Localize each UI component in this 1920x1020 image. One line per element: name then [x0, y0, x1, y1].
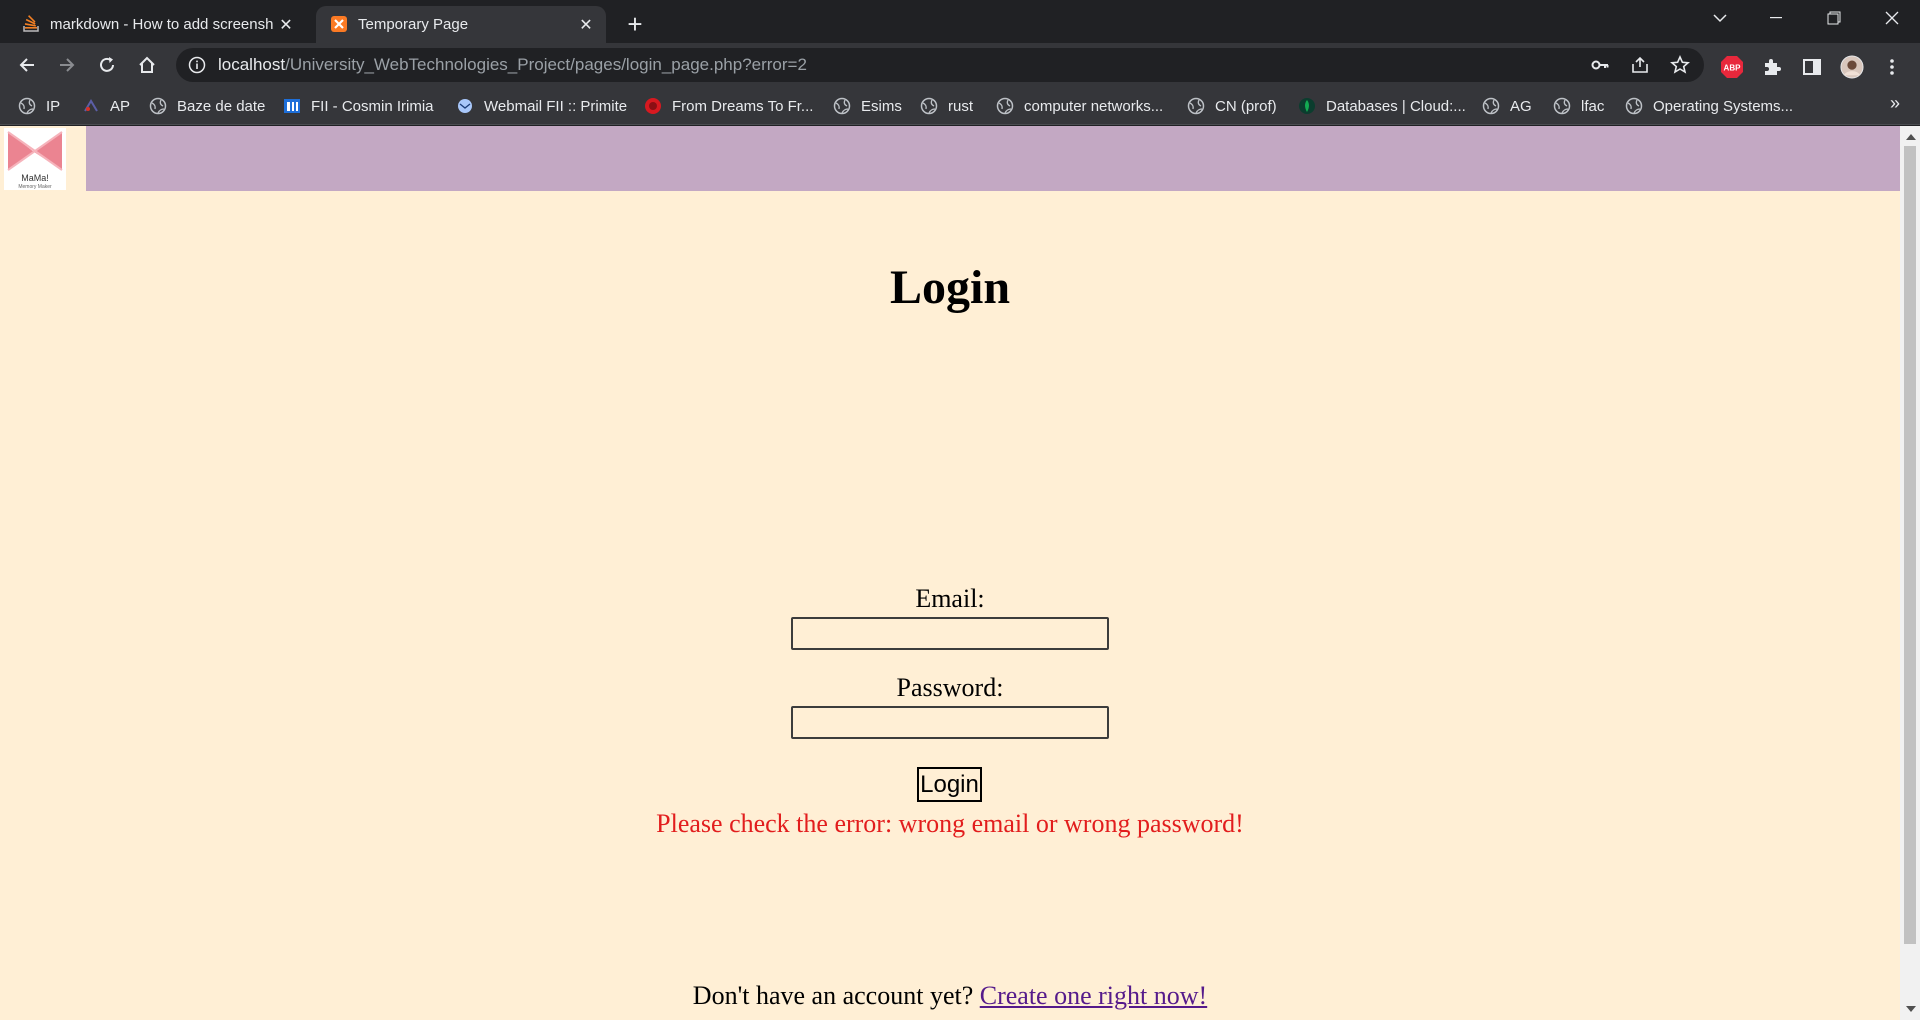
- logo-text: MaMa!: [21, 173, 49, 183]
- bookmark-item[interactable]: AP: [82, 95, 130, 117]
- bookmark-item[interactable]: lfac: [1553, 95, 1604, 117]
- bookmark-label: Esims: [861, 97, 902, 115]
- tab-temporary-page[interactable]: Temporary Page ✕: [316, 6, 606, 43]
- xampp-icon: [331, 16, 347, 32]
- globe-icon: [920, 97, 938, 115]
- site-header-bar: [86, 126, 1900, 191]
- globe-icon: [996, 97, 1014, 115]
- bookmark-label: Webmail FII :: Primite: [484, 97, 628, 115]
- key-icon[interactable]: [1590, 55, 1610, 75]
- site-info-icon[interactable]: [188, 56, 206, 74]
- bookmark-item[interactable]: Webmail FII :: Primite: [456, 95, 627, 117]
- bookmark-item[interactable]: rust: [920, 95, 973, 117]
- bookmark-label: rust: [948, 97, 974, 115]
- browser-toolbar: localhost/University_WebTechnologies_Pro…: [0, 43, 1920, 87]
- bookmark-label: Baze de date: [177, 97, 266, 115]
- close-window-icon[interactable]: [1864, 0, 1920, 36]
- profile-avatar[interactable]: [1840, 55, 1864, 79]
- bookmark-label: AP: [110, 97, 131, 115]
- bookmark-label: FII - Cosmin Irimia: [311, 97, 434, 115]
- bookmark-item[interactable]: From Dreams To Fr...: [644, 95, 813, 117]
- close-icon[interactable]: ✕: [278, 17, 294, 34]
- back-arrow-icon[interactable]: [12, 50, 42, 80]
- tab-markdown[interactable]: markdown - How to add screensh ✕: [8, 6, 306, 43]
- globe-icon: [833, 97, 851, 115]
- url-text[interactable]: localhost/University_WebTechnologies_Pro…: [218, 55, 807, 75]
- tab-search-chevron-down-icon[interactable]: [1692, 0, 1748, 36]
- bookmark-label: Databases | Cloud:...: [1326, 97, 1466, 115]
- site-logo[interactable]: MaMa! Memory Maker: [4, 128, 66, 190]
- bookmark-item[interactable]: CN (prof): [1187, 95, 1277, 117]
- globe-icon: [18, 97, 36, 115]
- page-viewport: MaMa! Memory Maker Login Email: Password…: [0, 126, 1900, 1020]
- mongodb-leaf-icon: [1299, 98, 1315, 114]
- more-bookmarks-chevron-icon[interactable]: »: [1890, 93, 1900, 114]
- email-label: Email:: [915, 584, 985, 613]
- share-icon[interactable]: [1630, 55, 1650, 75]
- bookmark-item[interactable]: FII - Cosmin Irimia: [283, 95, 434, 117]
- globe-icon: [149, 97, 167, 115]
- bookmark-item[interactable]: AG: [1482, 95, 1532, 117]
- error-message: Please check the error: wrong email or w…: [656, 809, 1244, 838]
- home-icon[interactable]: [132, 50, 162, 80]
- page-title: Login: [889, 261, 1011, 314]
- logo-subtext: Memory Maker: [18, 184, 52, 190]
- bookmark-label: IP: [46, 97, 61, 115]
- bookmarks-bar: IP AP Baze de date FII - Cosmin Irimia Webma…: [0, 87, 1920, 125]
- scroll-thumb[interactable]: [1904, 146, 1916, 944]
- bookmark-item[interactable]: Databases | Cloud:...: [1298, 95, 1466, 117]
- bookmark-item[interactable]: IP: [18, 95, 60, 117]
- globe-icon: [1553, 97, 1571, 115]
- bookmark-label: computer networks...: [1024, 97, 1164, 115]
- scroll-down-arrow-icon[interactable]: [1906, 1006, 1916, 1012]
- extensions-puzzle-icon[interactable]: [1760, 55, 1784, 79]
- globe-icon: [1187, 97, 1205, 115]
- minimize-icon[interactable]: [1748, 0, 1804, 36]
- url-path: /University_WebTechnologies_Project/page…: [285, 55, 807, 74]
- tab-title: markdown - How to add screensh: [50, 16, 274, 33]
- ap-icon: [84, 99, 98, 112]
- adblock-plus-icon[interactable]: ABP: [1720, 55, 1744, 79]
- bookmark-item[interactable]: Esims: [833, 95, 902, 117]
- red-circle-icon: [645, 98, 661, 114]
- close-icon[interactable]: ✕: [578, 17, 594, 34]
- side-panel-icon[interactable]: [1800, 55, 1824, 79]
- bookmark-label: CN (prof): [1215, 97, 1277, 115]
- webmail-icon: [458, 99, 472, 113]
- reload-icon[interactable]: [92, 50, 122, 80]
- bookmark-item[interactable]: Operating Systems...: [1625, 95, 1793, 117]
- bookmark-item[interactable]: computer networks...: [996, 95, 1163, 117]
- forward-arrow-icon[interactable]: [52, 50, 82, 80]
- menu-kebab-icon[interactable]: [1880, 55, 1904, 79]
- url-host: localhost: [218, 55, 286, 74]
- login-button[interactable]: Login: [917, 767, 982, 802]
- bookmark-item[interactable]: Baze de date: [149, 95, 265, 117]
- globe-icon: [1625, 97, 1643, 115]
- globe-icon: [1482, 97, 1500, 115]
- tab-strip: markdown - How to add screensh ✕ Tempora…: [0, 0, 1920, 43]
- password-label: Password:: [896, 673, 1004, 702]
- stackoverflow-icon: [23, 15, 39, 32]
- bookmark-star-icon[interactable]: [1670, 55, 1690, 75]
- adblock-label: ABP: [1724, 64, 1742, 73]
- vertical-scrollbar[interactable]: [1900, 126, 1920, 1020]
- restore-icon[interactable]: [1806, 0, 1862, 36]
- email-field[interactable]: [791, 617, 1109, 650]
- bookmark-label: Operating Systems...: [1653, 97, 1794, 115]
- fii-icon: [284, 99, 300, 113]
- signup-prompt: Don't have an account yet? Create one ri…: [0, 981, 1900, 1011]
- tab-title: Temporary Page: [358, 16, 469, 33]
- bookmark-label: lfac: [1581, 97, 1605, 115]
- create-account-link[interactable]: Create one right now!: [980, 981, 1207, 1010]
- new-tab-button[interactable]: +: [620, 9, 650, 39]
- password-field[interactable]: [791, 706, 1109, 739]
- signup-prompt-text: Don't have an account yet?: [692, 981, 974, 1010]
- address-bar[interactable]: localhost/University_WebTechnologies_Pro…: [176, 48, 1704, 82]
- bookmark-label: AG: [1510, 97, 1532, 115]
- bookmark-label: From Dreams To Fr...: [672, 97, 814, 115]
- scroll-up-arrow-icon[interactable]: [1906, 134, 1916, 140]
